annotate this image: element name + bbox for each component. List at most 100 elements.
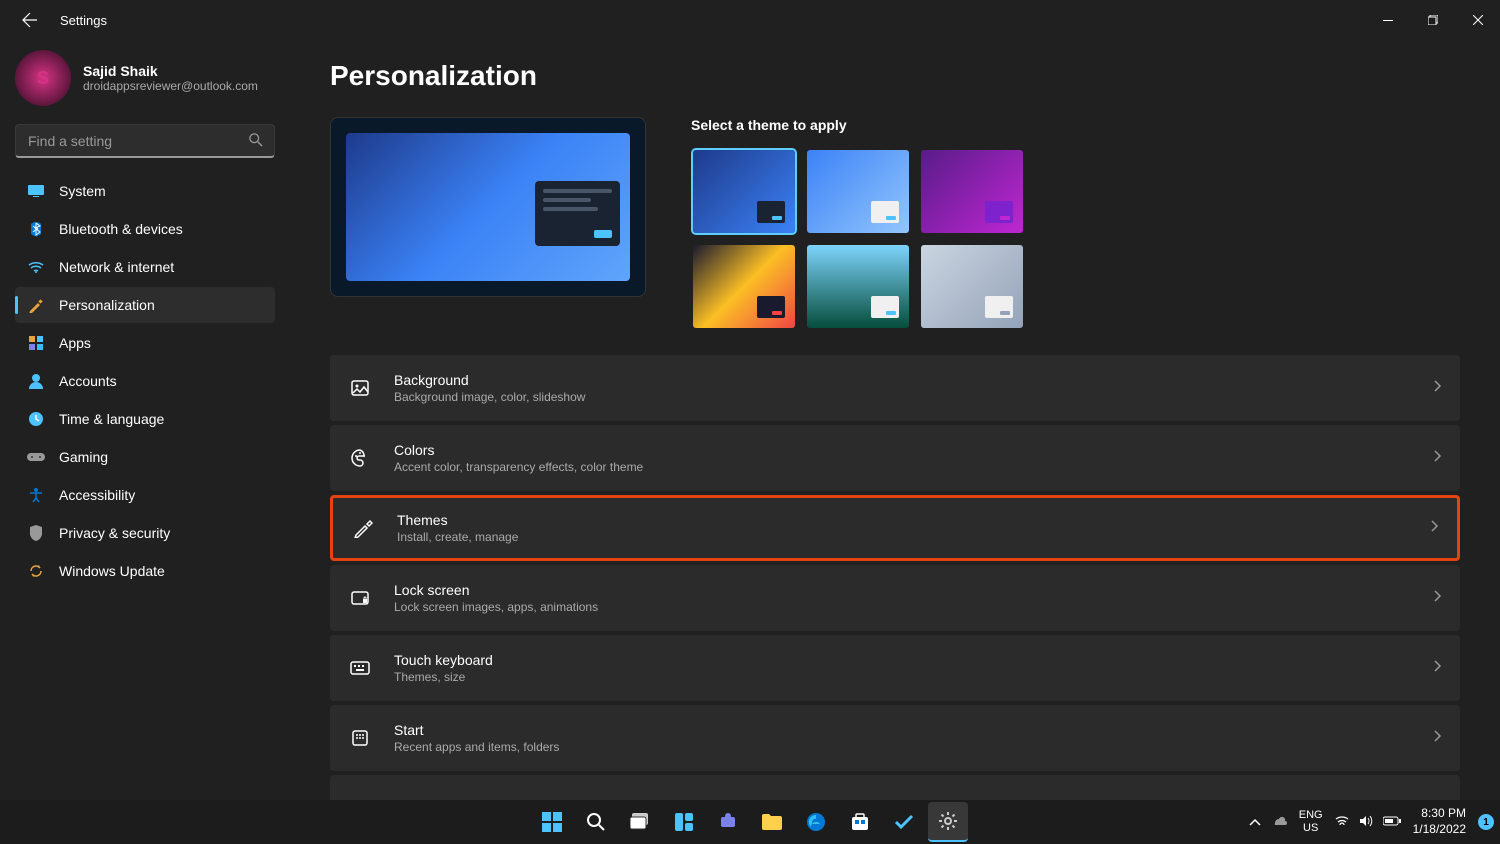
search-icon <box>249 133 263 152</box>
sidebar-item-label: Privacy & security <box>59 525 170 541</box>
overflow-icon[interactable] <box>1249 815 1261 829</box>
sidebar-item-label: System <box>59 183 106 199</box>
maximize-button[interactable] <box>1410 4 1455 36</box>
settings-item-keyboard[interactable]: Touch keyboard Themes, size <box>330 635 1460 701</box>
settings-item-title: Background <box>394 372 1434 388</box>
page-title: Personalization <box>330 60 1460 92</box>
gaming-icon <box>27 448 45 466</box>
search-taskbar-button[interactable] <box>576 802 616 842</box>
system-icon <box>27 182 45 200</box>
back-button[interactable] <box>15 5 45 35</box>
theme-option-5[interactable] <box>919 243 1025 330</box>
start-button[interactable] <box>532 802 572 842</box>
task-view-button[interactable] <box>620 802 660 842</box>
sidebar-item-label: Personalization <box>59 297 155 313</box>
battery-icon[interactable] <box>1383 815 1401 829</box>
main-content: Personalization Select a theme to apply … <box>290 40 1500 814</box>
sidebar-item-update[interactable]: Windows Update <box>15 553 275 589</box>
widgets-button[interactable] <box>664 802 704 842</box>
close-button[interactable] <box>1455 4 1500 36</box>
settings-item-palette[interactable]: Colors Accent color, transparency effect… <box>330 425 1460 491</box>
sidebar-item-accessibility[interactable]: Accessibility <box>15 477 275 513</box>
sidebar: S Sajid Shaik droidappsreviewer@outlook.… <box>0 40 290 814</box>
input-region: US <box>1299 822 1323 835</box>
theme-option-1[interactable] <box>805 148 911 235</box>
palette-icon <box>348 448 372 468</box>
window-title: Settings <box>60 13 107 28</box>
wifi-icon[interactable] <box>1335 815 1349 830</box>
user-email: droidappsreviewer@outlook.com <box>83 79 258 93</box>
theme-option-4[interactable] <box>805 243 911 330</box>
chevron-right-icon <box>1434 729 1442 747</box>
taskbar: ENG US 8:30 PM 1/18/2022 1 <box>0 800 1500 844</box>
chevron-right-icon <box>1434 449 1442 467</box>
sidebar-item-personalization[interactable]: Personalization <box>15 287 275 323</box>
theme-grid <box>691 148 1025 330</box>
notification-badge[interactable]: 1 <box>1478 814 1494 830</box>
sidebar-item-accounts[interactable]: Accounts <box>15 363 275 399</box>
settings-item-lock[interactable]: Lock screen Lock screen images, apps, an… <box>330 565 1460 631</box>
theme-option-3[interactable] <box>691 243 797 330</box>
accessibility-icon <box>27 486 45 504</box>
back-arrow-icon <box>22 12 38 28</box>
volume-icon[interactable] <box>1359 815 1373 830</box>
search-input[interactable] <box>15 124 275 158</box>
file-explorer-button[interactable] <box>752 802 792 842</box>
sidebar-item-label: Network & internet <box>59 259 174 275</box>
settings-item-desc: Lock screen images, apps, animations <box>394 600 1434 614</box>
settings-list: Background Background image, color, slid… <box>330 355 1460 814</box>
sidebar-item-apps[interactable]: Apps <box>15 325 275 361</box>
titlebar: Settings <box>0 0 1500 40</box>
user-name: Sajid Shaik <box>83 63 258 79</box>
taskbar-clock[interactable]: 8:30 PM 1/18/2022 <box>1413 806 1466 837</box>
settings-item-desc: Themes, size <box>394 670 1434 684</box>
search-container <box>15 124 275 158</box>
bluetooth-icon <box>27 220 45 238</box>
teams-button[interactable] <box>708 802 748 842</box>
sidebar-item-label: Time & language <box>59 411 164 427</box>
settings-taskbar-button[interactable] <box>928 802 968 842</box>
nav-list: System Bluetooth & devices Network & inter… <box>15 173 275 589</box>
lock-icon <box>348 588 372 608</box>
chevron-right-icon <box>1434 379 1442 397</box>
sidebar-item-label: Windows Update <box>59 563 165 579</box>
settings-item-title: Lock screen <box>394 582 1434 598</box>
sidebar-item-gaming[interactable]: Gaming <box>15 439 275 475</box>
sidebar-item-system[interactable]: System <box>15 173 275 209</box>
settings-item-desc: Background image, color, slideshow <box>394 390 1434 404</box>
input-language[interactable]: ENG <box>1299 809 1323 822</box>
minimize-icon <box>1383 20 1393 21</box>
brush-icon <box>351 518 375 538</box>
accounts-icon <box>27 372 45 390</box>
sidebar-item-network[interactable]: Network & internet <box>15 249 275 285</box>
settings-item-desc: Accent color, transparency effects, colo… <box>394 460 1434 474</box>
avatar: S <box>15 50 71 106</box>
maximize-icon <box>1428 15 1438 25</box>
settings-item-brush[interactable]: Themes Install, create, manage <box>330 495 1460 561</box>
start-icon <box>348 729 372 747</box>
theme-option-2[interactable] <box>919 148 1025 235</box>
edge-button[interactable] <box>796 802 836 842</box>
personalization-icon <box>27 296 45 314</box>
minimize-button[interactable] <box>1365 4 1410 36</box>
theme-preview <box>330 117 646 297</box>
theme-section: Select a theme to apply <box>330 117 1460 330</box>
settings-item-title: Touch keyboard <box>394 652 1434 668</box>
chevron-right-icon <box>1431 519 1439 537</box>
todo-button[interactable] <box>884 802 924 842</box>
onedrive-icon[interactable] <box>1271 815 1287 830</box>
keyboard-icon <box>348 661 372 675</box>
sidebar-item-bluetooth[interactable]: Bluetooth & devices <box>15 211 275 247</box>
store-button[interactable] <box>840 802 880 842</box>
sidebar-item-privacy[interactable]: Privacy & security <box>15 515 275 551</box>
theme-option-0[interactable] <box>691 148 797 235</box>
settings-item-start[interactable]: Start Recent apps and items, folders <box>330 705 1460 771</box>
settings-item-image[interactable]: Background Background image, color, slid… <box>330 355 1460 421</box>
sidebar-item-time[interactable]: Time & language <box>15 401 275 437</box>
network-icon <box>27 258 45 276</box>
image-icon <box>348 378 372 398</box>
sidebar-item-label: Gaming <box>59 449 108 465</box>
settings-item-title: Start <box>394 722 1434 738</box>
apps-icon <box>27 334 45 352</box>
user-profile[interactable]: S Sajid Shaik droidappsreviewer@outlook.… <box>15 50 275 106</box>
